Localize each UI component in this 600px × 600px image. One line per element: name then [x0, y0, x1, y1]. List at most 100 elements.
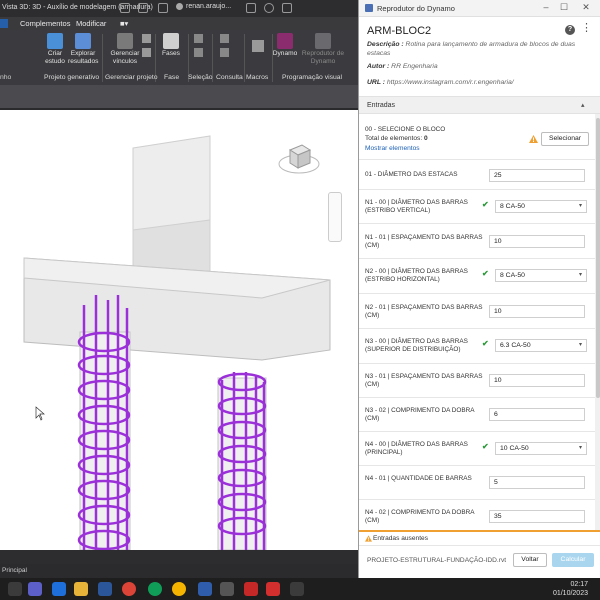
input-label: N4 - 00 | DIÂMETRO DAS BARRAS (PRINCIPAL…: [365, 441, 468, 456]
revit-icon[interactable]: [198, 582, 212, 596]
more-options-icon[interactable]: ⋮: [581, 23, 592, 34]
dynamo-player-icon: [315, 33, 331, 49]
n3-diametro-dropdown[interactable]: 6.3 CA-50 ▾: [495, 339, 587, 352]
run-button[interactable]: Calcular: [552, 553, 594, 567]
check-icon: ✔: [482, 269, 489, 278]
menu-tab-active[interactable]: [0, 19, 8, 28]
query-icon[interactable]: [220, 34, 229, 43]
teams-icon[interactable]: [28, 582, 42, 596]
input-row: N2 - 00 | DIÂMETRO DAS BARRAS (ESTRIBO H…: [359, 259, 595, 294]
group-consulta: Consulta: [216, 74, 243, 81]
query-icon[interactable]: [220, 48, 229, 57]
n1-espacamento-input[interactable]: 10: [489, 235, 585, 248]
file-explorer-icon[interactable]: [74, 582, 88, 596]
url-text[interactable]: https://www.instagram.com/r.r.engenharia…: [387, 79, 514, 86]
input-label: N3 - 00 | DIÂMETRO DAS BARRAS (SUPERIOR …: [365, 338, 468, 353]
user-account[interactable]: renan.araujo...: [176, 3, 231, 10]
input-label: N4 - 02 | COMPRIMENTO DA DOBRA (CM): [365, 509, 475, 524]
chevron-up-icon[interactable]: ▴: [581, 101, 585, 109]
cart-icon[interactable]: [138, 3, 148, 13]
share-icon[interactable]: [120, 3, 130, 13]
reprodutor-dynamo-button[interactable]: Reprodutor de Dynamo: [300, 33, 346, 66]
pile-right: [217, 377, 267, 551]
menu-tab-modificar[interactable]: Modificar: [76, 19, 106, 28]
navigation-bar[interactable]: [328, 192, 342, 242]
n3-comprimento-dobra-input[interactable]: 6: [489, 408, 585, 421]
ribbon-separator: [102, 34, 103, 82]
caret-down-icon[interactable]: [282, 3, 292, 13]
n3-espacamento-input[interactable]: 10: [489, 374, 585, 387]
phases-icon: [163, 33, 179, 49]
script-url: URL : https://www.instagram.com/r.r.enge…: [367, 79, 593, 88]
n2-diametro-dropdown[interactable]: 8 CA-50 ▾: [495, 269, 587, 282]
calculator-icon[interactable]: [220, 582, 234, 596]
chrome-icon[interactable]: [172, 582, 186, 596]
scrollbar-thumb[interactable]: [596, 118, 600, 398]
app-icon[interactable]: [266, 582, 280, 596]
select-button[interactable]: Selecionar: [541, 132, 589, 146]
ribbon-separator: [244, 34, 245, 82]
back-button[interactable]: Voltar: [513, 553, 547, 567]
windows-taskbar: 02:17 01/10/2023: [0, 578, 600, 600]
input-select-block: 00 - SELECIONE O BLOCO Total de elemento…: [359, 114, 595, 160]
inputs-scrollbar[interactable]: [595, 114, 600, 530]
check-icon: ✔: [482, 200, 489, 209]
explore-results-icon: [75, 33, 91, 49]
clock-time: 02:17: [570, 581, 588, 588]
input-row: N3 - 02 | COMPRIMENTO DA DOBRA (CM) 6: [359, 398, 595, 432]
explorar-resultados-button[interactable]: Explorar resultados: [68, 33, 98, 66]
video-icon[interactable]: ■▾: [120, 19, 128, 28]
dynamo-button[interactable]: Dynamo: [270, 33, 300, 58]
close-icon[interactable]: ✕: [579, 2, 593, 13]
app-icon[interactable]: [98, 582, 112, 596]
gerenciar-vinculos-button[interactable]: Gerenciar vínculos: [108, 33, 142, 66]
show-elements-link[interactable]: Mostrar elementos: [365, 145, 420, 152]
cloud-icon[interactable]: [246, 3, 256, 13]
menu-tab-complementos[interactable]: Complementos: [20, 19, 70, 28]
n4-quantidade-input[interactable]: 5: [489, 476, 585, 489]
small-tool-icon[interactable]: [142, 34, 151, 43]
help-circle-icon[interactable]: [264, 3, 274, 13]
small-tool-icon[interactable]: [142, 48, 151, 57]
maximize-icon[interactable]: ☐: [557, 2, 571, 13]
viewcube-icon[interactable]: [276, 136, 322, 182]
revit-window: Vista 3D: 3D - Auxílio de modelagem (arm…: [0, 0, 358, 578]
selection-icon[interactable]: [194, 48, 203, 57]
inputs-section-header[interactable]: Entradas ▴: [359, 96, 600, 114]
app-icon[interactable]: [244, 582, 258, 596]
input-row: N4 - 00 | DIÂMETRO DAS BARRAS (PRINCIPAL…: [359, 432, 595, 466]
inputs-list[interactable]: 00 - SELECIONE O BLOCO Total de elemento…: [359, 114, 595, 530]
missing-inputs-text: Entradas ausentes: [373, 535, 428, 542]
help-icon[interactable]: ?: [565, 25, 575, 35]
key-icon[interactable]: [158, 3, 168, 13]
selection-icon[interactable]: [194, 34, 203, 43]
diametro-estacas-input[interactable]: 25: [489, 169, 585, 182]
dynamo-icon: [277, 33, 293, 49]
group-fase: Fase: [164, 74, 180, 81]
macros-icon[interactable]: [252, 40, 264, 52]
criar-estudo-button[interactable]: Criar estudo: [40, 33, 70, 66]
chevron-down-icon: ▾: [578, 342, 582, 348]
revit-file-name: PROJETO-ESTRUTURAL-FUNDAÇÃO-IDD.rvt: [367, 557, 507, 564]
n4-comprimento-dobra-input[interactable]: 35: [489, 510, 585, 523]
n2-espacamento-input[interactable]: 10: [489, 305, 585, 318]
system-clock[interactable]: 02:17 01/10/2023: [553, 580, 588, 598]
author-text: RR Engenharia: [391, 63, 438, 70]
minimize-icon[interactable]: –: [539, 2, 553, 12]
chrome-icon[interactable]: [122, 582, 136, 596]
n1-diametro-dropdown[interactable]: 8 CA-50 ▾: [495, 200, 587, 213]
inputs-section-title: Entradas: [367, 102, 396, 109]
check-icon: ✔: [482, 339, 489, 348]
app-icon[interactable]: [52, 582, 66, 596]
3d-view-canvas[interactable]: [0, 110, 358, 551]
group-selecao: Seleção: [188, 74, 213, 81]
chrome-icon[interactable]: [148, 582, 162, 596]
status-bar: Principal: [0, 564, 358, 578]
search-icon[interactable]: [8, 582, 22, 596]
fases-button[interactable]: Fases: [158, 33, 184, 58]
input-row: N1 - 01 | ESPAÇAMENTO DAS BARRAS (CM) 10: [359, 224, 595, 259]
description-label: Descrição :: [367, 41, 404, 48]
n4-diametro-dropdown[interactable]: 10 CA-50 ▾: [495, 442, 587, 455]
dropdown-value: 8 CA-50: [500, 272, 525, 279]
app-icon[interactable]: [290, 582, 304, 596]
